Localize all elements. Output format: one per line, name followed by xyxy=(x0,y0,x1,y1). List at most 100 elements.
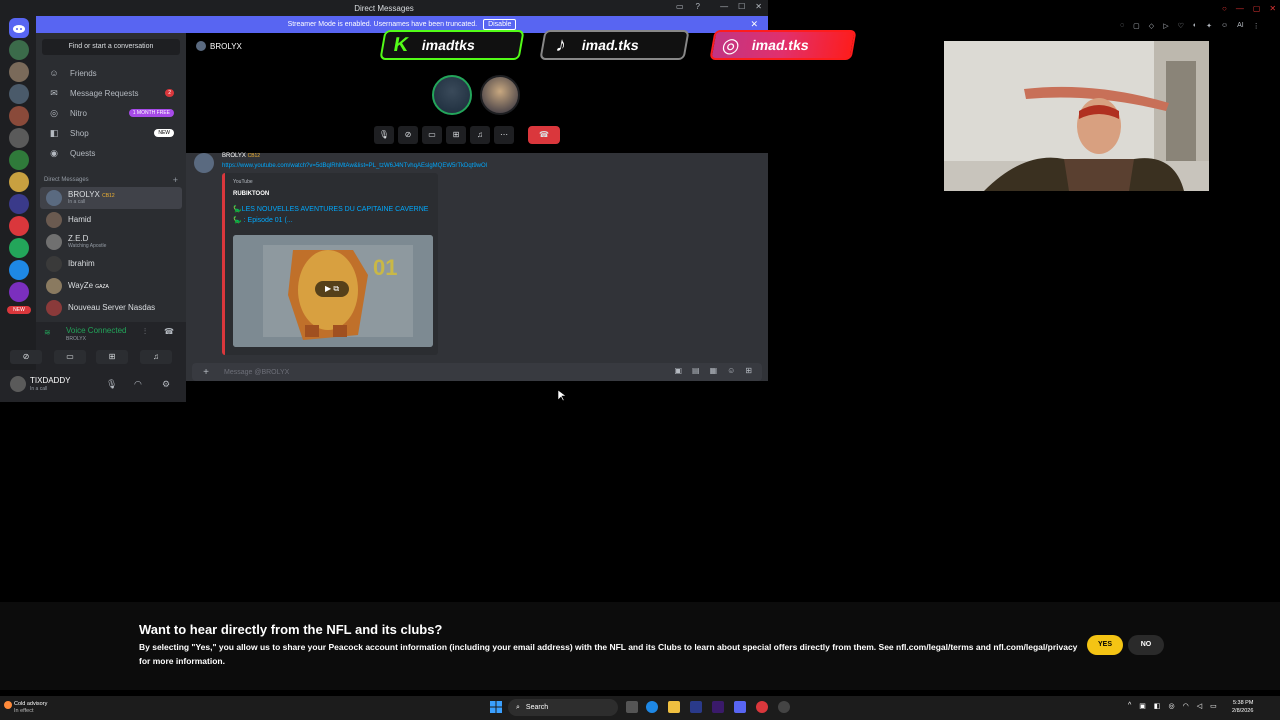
clock[interactable]: 5:38 PM 2/8/2026 xyxy=(1232,699,1253,716)
server-icon[interactable] xyxy=(9,238,29,258)
more-button[interactable]: ⋯ xyxy=(494,126,514,144)
server-icon[interactable] xyxy=(9,128,29,148)
emoji-icon[interactable]: ☺ xyxy=(727,366,735,375)
edge-icon[interactable] xyxy=(646,701,658,713)
puzzle-icon[interactable]: ✦ xyxy=(1206,22,1212,30)
soundboard-button[interactable]: ♫ xyxy=(140,350,172,364)
home-icon[interactable] xyxy=(9,18,29,38)
server-icon[interactable] xyxy=(9,150,29,170)
nav-nitro[interactable]: ◎ Nitro 1 MONTH FREE xyxy=(40,104,182,122)
app-icon[interactable] xyxy=(778,701,790,713)
server-icon[interactable] xyxy=(9,216,29,236)
dm-item[interactable]: Nouveau Server Nasdas xyxy=(40,297,182,319)
avatar[interactable] xyxy=(432,75,472,115)
search-icon[interactable]: ○ xyxy=(1222,4,1227,13)
embed-author[interactable]: RUBIKTOON xyxy=(233,191,269,197)
help-icon[interactable]: ? xyxy=(696,2,700,11)
search-input[interactable]: Find or start a conversation xyxy=(42,39,180,55)
create-dm-icon[interactable]: + xyxy=(173,175,178,185)
dm-item[interactable]: WayZe GAZA xyxy=(40,275,182,297)
server-icon[interactable] xyxy=(9,172,29,192)
extension-icon[interactable]: ◐ xyxy=(1193,22,1197,30)
hangup-button[interactable]: ☎ xyxy=(528,126,560,144)
apps-icon[interactable]: ⊞ xyxy=(745,366,752,375)
server-icon[interactable] xyxy=(9,106,29,126)
tray-icon[interactable]: ◧ xyxy=(1154,702,1161,710)
video-thumbnail[interactable]: 01 ▶ ⧉ xyxy=(233,235,433,347)
nav-shop[interactable]: ◧ Shop NEW xyxy=(40,124,182,142)
server-icon[interactable] xyxy=(9,40,29,60)
extension-icon[interactable]: ▢ xyxy=(1133,22,1140,30)
play-icon[interactable]: ▷ xyxy=(1163,22,1168,30)
nav-message-requests[interactable]: ✉ Message Requests 2 xyxy=(40,84,182,102)
app-icon[interactable] xyxy=(690,701,702,713)
disable-streamer-button[interactable]: Disable xyxy=(483,19,517,30)
avatar[interactable] xyxy=(10,376,26,392)
no-button[interactable]: NO xyxy=(1128,635,1164,655)
menu-icon[interactable]: ⋮ xyxy=(1253,22,1260,30)
gif-icon[interactable]: ▤ xyxy=(692,366,700,375)
headphones-icon[interactable]: ◠ xyxy=(134,379,142,390)
ai-icon[interactable]: AI xyxy=(1237,22,1244,30)
nav-friends[interactable]: ☺ Friends xyxy=(40,64,182,82)
microphone-icon[interactable]: 🎙 xyxy=(106,379,117,390)
dm-item[interactable]: Ibrahim xyxy=(40,253,182,275)
sticker-icon[interactable]: ▦ xyxy=(710,366,718,375)
dm-item[interactable]: BROLYX CB12 In a call xyxy=(40,187,182,209)
close-banner-icon[interactable]: ✕ xyxy=(750,19,758,30)
play-button[interactable]: ▶ ⧉ xyxy=(315,281,349,297)
camera-button[interactable]: ⊘ xyxy=(398,126,418,144)
gift-icon[interactable]: ▣ xyxy=(674,366,682,375)
volume-icon[interactable]: ◁ xyxy=(1197,702,1202,710)
tray-icon[interactable]: ▣ xyxy=(1139,702,1146,710)
noise-suppression-icon[interactable]: ⫶ xyxy=(144,327,146,337)
task-view-icon[interactable] xyxy=(626,701,638,713)
server-icon[interactable] xyxy=(9,194,29,214)
taskbar-search[interactable]: ⌕ Search xyxy=(508,699,618,716)
attach-icon[interactable]: + xyxy=(196,367,216,378)
extension-icon[interactable]: ◌ xyxy=(1120,22,1124,30)
close-button[interactable]: ✕ xyxy=(1269,4,1276,13)
windows-start-icon[interactable] xyxy=(490,701,502,713)
dm-item[interactable]: Hamid xyxy=(40,209,182,231)
minimize-button[interactable]: — xyxy=(1236,4,1244,13)
server-icon[interactable] xyxy=(9,260,29,280)
maximize-button[interactable]: ▢ xyxy=(1253,4,1261,13)
nav-quests[interactable]: ◉ Quests xyxy=(40,144,182,162)
soundboard-button[interactable]: ♫ xyxy=(470,126,490,144)
activity-button[interactable]: ⊞ xyxy=(446,126,466,144)
minimize-button[interactable]: — xyxy=(720,2,728,11)
message-link[interactable]: https://www.youtube.com/watch?v=5dBqlRhM… xyxy=(222,163,487,169)
profile-icon[interactable]: ☺ xyxy=(1221,22,1228,30)
battery-icon[interactable]: ▭ xyxy=(1210,702,1217,710)
mute-button[interactable]: 🎙 xyxy=(374,126,394,144)
shield-icon[interactable]: ◇ xyxy=(1149,22,1154,30)
weather-widget[interactable]: Cold advisory In effect xyxy=(14,701,47,714)
chevron-up-icon[interactable]: ^ xyxy=(1128,702,1131,710)
message-input[interactable]: + Message @BROLYX ▣ ▤ ▦ ☺ ⊞ xyxy=(192,363,762,381)
heart-icon[interactable]: ♡ xyxy=(1178,22,1184,30)
activity-button[interactable]: ⊞ xyxy=(96,350,128,364)
premiere-icon[interactable] xyxy=(712,701,724,713)
yes-button[interactable]: YES xyxy=(1087,635,1123,655)
close-button[interactable]: ✕ xyxy=(755,2,762,11)
weather-icon[interactable] xyxy=(4,701,12,709)
maximize-button[interactable]: ☐ xyxy=(738,2,745,11)
server-icon[interactable] xyxy=(9,84,29,104)
network-icon[interactable]: ◠ xyxy=(1183,702,1189,710)
signal-icon[interactable]: ≋ xyxy=(44,328,51,337)
camera-button[interactable]: ⊘ xyxy=(10,350,42,364)
screenshare-button[interactable]: ▭ xyxy=(54,350,86,364)
embed-title[interactable]: 🦕LES NOUVELLES AVENTURES DU CAPITAINE CA… xyxy=(233,205,433,226)
server-icon[interactable] xyxy=(9,62,29,82)
opera-icon[interactable] xyxy=(756,701,768,713)
discord-icon[interactable] xyxy=(734,701,746,713)
disconnect-icon[interactable]: ☎ xyxy=(164,327,174,336)
screenshare-button[interactable]: ▭ xyxy=(422,126,442,144)
avatar[interactable] xyxy=(194,153,214,173)
settings-icon[interactable]: ⚙ xyxy=(162,379,170,390)
inbox-icon[interactable]: ▭ xyxy=(676,2,684,11)
tray-icon[interactable]: ◎ xyxy=(1169,702,1175,710)
dm-item[interactable]: Z.E.D Watching Apostle xyxy=(40,231,182,253)
server-icon[interactable] xyxy=(9,282,29,302)
